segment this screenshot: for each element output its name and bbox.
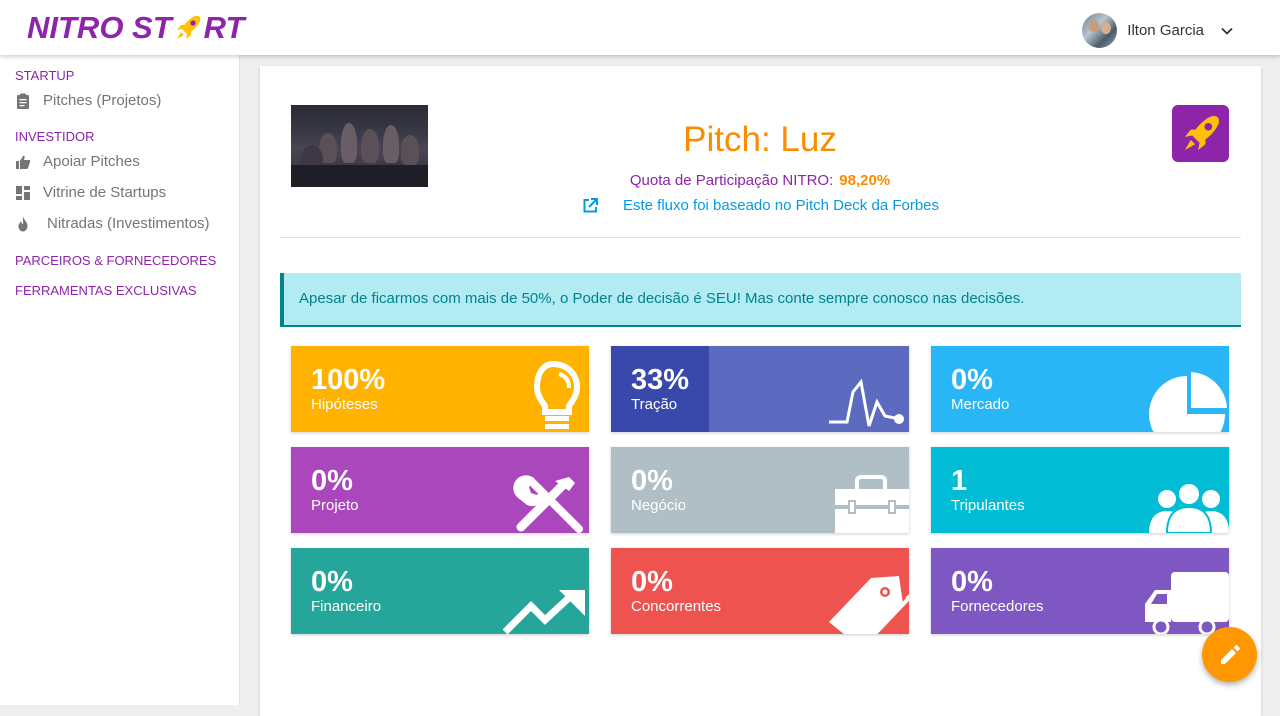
- page-title: Pitch: Luz: [683, 120, 837, 159]
- sidebar-item-label: Pitches (Projetos): [43, 92, 162, 109]
- sidebar-section-investidor: INVESTIDOR: [15, 129, 95, 144]
- tile-value: 100%: [311, 364, 386, 396]
- sidebar-section-startup: STARTUP: [15, 68, 75, 83]
- tile-tracao[interactable]: 33% Tração: [611, 346, 909, 432]
- sidebar-item-vitrine[interactable]: Vitrine de Startups: [15, 184, 166, 201]
- tile-label: Financeiro: [311, 598, 382, 615]
- forbes-link-label: Este fluxo foi baseado no Pitch Deck da …: [623, 197, 940, 214]
- tile-tripulantes[interactable]: 1 Tripulantes: [931, 447, 1229, 533]
- tile-value: 0%: [631, 465, 673, 497]
- thumbs-up-icon: [16, 155, 31, 169]
- rocket-icon: [1184, 115, 1219, 150]
- tag-icon: [829, 576, 909, 634]
- external-link-icon: [583, 198, 598, 213]
- pitch-thumbnail: [291, 105, 428, 187]
- quota-value: 98,20%: [839, 172, 891, 189]
- tile-value: 0%: [951, 364, 993, 396]
- divider: [280, 237, 1241, 238]
- tile-value: 0%: [951, 566, 993, 598]
- forbes-link[interactable]: Este fluxo foi baseado no Pitch Deck da …: [582, 197, 939, 214]
- flame-icon: [18, 216, 28, 231]
- tile-value: 1: [951, 465, 968, 497]
- sidebar-item-label: Nitradas (Investimentos): [47, 215, 210, 232]
- tile-label: Tripulantes: [951, 497, 1025, 514]
- logo-text-left: NITRO ST: [27, 10, 172, 45]
- sidebar-item-pitches[interactable]: Pitches (Projetos): [15, 92, 161, 109]
- tile-label: Negócio: [631, 497, 687, 514]
- quota-line: Quota de Participação NITRO: 98,20%: [560, 172, 960, 189]
- tile-hipoteses[interactable]: 100% Hipóteses: [291, 346, 589, 432]
- tile-value: 33%: [631, 364, 690, 396]
- info-alert: Apesar de ficarmos com mais de 50%, o Po…: [280, 273, 1241, 327]
- logo-text-right: RT: [203, 10, 245, 45]
- briefcase-icon: [835, 475, 909, 533]
- lightbulb-icon: [533, 360, 581, 429]
- sidebar-item-nitradas[interactable]: Nitradas (Investimentos): [15, 215, 210, 232]
- truck-icon: [1145, 572, 1229, 634]
- tile-projeto[interactable]: 0% Projeto: [291, 447, 589, 533]
- tile-label: Mercado: [951, 396, 1010, 413]
- trending-up-icon: [503, 590, 585, 634]
- tile-financeiro[interactable]: 0% Financeiro: [291, 548, 589, 634]
- tile-label: Hipóteses: [311, 396, 378, 413]
- tile-label: Projeto: [311, 497, 359, 514]
- sidebar-section-ferramentas[interactable]: FERRAMENTAS EXCLUSIVAS: [15, 283, 197, 298]
- pencil-icon: [1220, 644, 1240, 664]
- tile-label: Concorrentes: [631, 598, 722, 615]
- sidebar-item-label: Apoiar Pitches: [43, 153, 140, 170]
- tile-mercado[interactable]: 0% Mercado: [931, 346, 1229, 432]
- user-menu[interactable]: Ilton Garcia: [1082, 13, 1234, 48]
- tools-icon: [513, 475, 583, 533]
- tile-value: 0%: [311, 566, 353, 598]
- tile-negocio[interactable]: 0% Negócio: [611, 447, 909, 533]
- tile-label: Tração: [631, 396, 678, 413]
- people-icon: [1149, 483, 1229, 533]
- app-logo[interactable]: NITRO ST RT: [27, 10, 244, 46]
- quota-label: Quota de Participação NITRO:: [629, 172, 834, 189]
- sidebar-section-parceiros[interactable]: PARCEIROS & FORNECEDORES: [15, 253, 216, 268]
- pulse-icon: [829, 378, 904, 427]
- dashboard-icon: [16, 185, 30, 200]
- top-bar: NITRO ST RT Ilton Garcia: [0, 0, 1280, 55]
- tile-fornecedores[interactable]: 0% Fornecedores: [931, 548, 1229, 634]
- sidebar-item-label: Vitrine de Startups: [43, 184, 167, 201]
- avatar[interactable]: [1082, 13, 1118, 48]
- tile-value: 0%: [311, 465, 353, 497]
- tile-concorrentes[interactable]: 0% Concorrentes: [611, 548, 909, 634]
- sidebar-item-apoiar-pitches[interactable]: Apoiar Pitches: [15, 153, 140, 170]
- rocket-badge: [1172, 105, 1229, 162]
- clipboard-icon: [17, 93, 29, 109]
- rocket-logo-icon: [176, 15, 200, 39]
- chevron-down-icon[interactable]: [1220, 24, 1234, 38]
- pie-chart-icon: [1149, 372, 1227, 432]
- edit-fab-button[interactable]: [1202, 627, 1257, 682]
- tile-label: Fornecedores: [951, 598, 1044, 615]
- user-name: Ilton Garcia: [1127, 22, 1204, 39]
- tile-value: 0%: [631, 566, 673, 598]
- sidebar: STARTUP Pitches (Projetos) INVESTIDOR Ap…: [0, 55, 240, 705]
